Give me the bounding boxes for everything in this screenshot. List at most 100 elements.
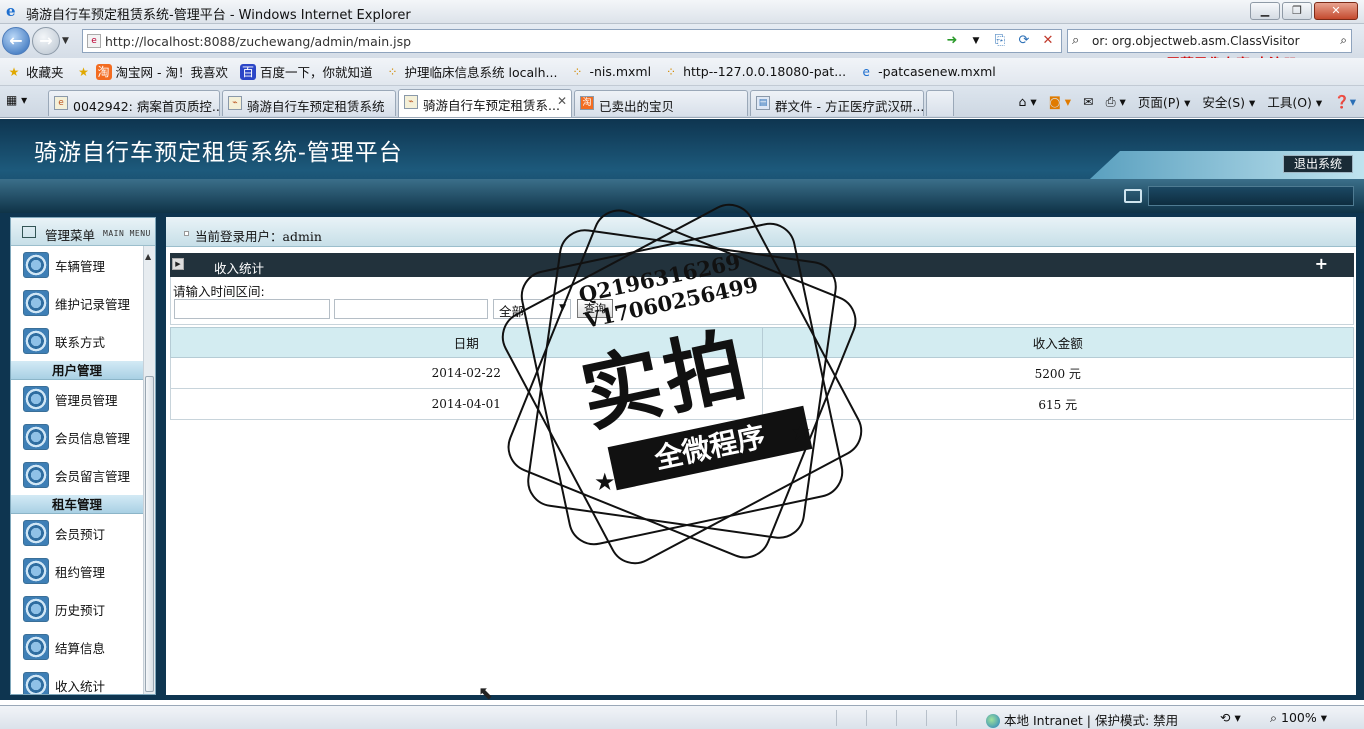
sidebar-item[interactable]: 结算信息 [11, 628, 143, 666]
stop-icon[interactable]: ✕ [1039, 32, 1057, 50]
url-dropdown-icon[interactable]: ▼ [967, 32, 985, 50]
history-dropdown-icon[interactable]: ▼ [62, 36, 69, 46]
feeds-icon[interactable]: ◙ ▾ [1049, 94, 1071, 109]
sidebar-item[interactable]: 租约管理 [11, 552, 143, 590]
sidebar-item[interactable]: 会员预订 [11, 514, 143, 552]
status-bar: 本地 Intranet | 保护模式: 禁用 ⟲ ▾ ⌕ 100% ▾ [0, 705, 1364, 729]
search-box[interactable]: ⌕ or: org.objectweb.asm.ClassVisitor ⌕ [1067, 29, 1352, 53]
compat-view-icon[interactable]: ⎘ [991, 32, 1009, 50]
tab-item[interactable]: e 0042942: 病案首页质控... [48, 90, 220, 116]
gear-icon [23, 252, 49, 278]
gear-icon [23, 328, 49, 354]
close-window-button[interactable]: ✕ [1314, 2, 1358, 20]
tab-page-icon: ⌁ [404, 95, 418, 109]
sidebar-item-label: 维护记录管理 [55, 296, 131, 312]
tab-item[interactable]: 淘已卖出的宝贝 [574, 90, 748, 116]
mouse-cursor-icon: ⬉ [478, 683, 494, 704]
main-content: 当前登录用户：admin ▶ 收入统计 + 请输入时间区间: 全部 ▼ 查询 日期… [166, 217, 1356, 695]
sidebar-item-label: 管理员管理 [55, 392, 118, 408]
taobao-tab-icon: 淘 [580, 96, 594, 110]
window-titlebar: e 骑游自行车预定租赁系统-管理平台 - Windows Internet Ex… [0, 0, 1364, 24]
forward-button[interactable]: → [32, 27, 60, 55]
sidebar-item[interactable]: 会员留言管理 [11, 456, 143, 494]
sidebar-item[interactable]: 历史预订 [11, 590, 143, 628]
search-input[interactable]: or: org.objectweb.asm.ClassVisitor [1092, 34, 1332, 48]
panel-header: ▶ 收入统计 + [170, 253, 1354, 277]
sidebar-item[interactable]: 会员信息管理 [11, 418, 143, 456]
monitor-icon [1124, 189, 1142, 203]
minimize-button[interactable]: ▁ [1250, 2, 1280, 20]
intranet-icon [986, 714, 1000, 728]
sidebar-scrollbar[interactable]: ▲ [143, 246, 155, 694]
sidebar-header: 管理菜单 MAIN MENU [11, 218, 155, 246]
menu-grid-icon [22, 226, 36, 238]
current-user: 当前登录用户：admin [195, 229, 322, 244]
go-icon[interactable]: ➜ [943, 32, 961, 50]
query-button[interactable]: 查询 [577, 299, 613, 318]
tools-menu[interactable]: 工具(O) ▾ [1267, 92, 1322, 111]
tab-item-active[interactable]: ⌁ 骑游自行车预定租赁系... ✕ [398, 89, 572, 117]
quick-tabs-icon[interactable]: ▦ ▾ [6, 93, 46, 111]
search-provider-icon: ⌕ [1072, 33, 1080, 48]
refresh-icon[interactable]: ⟳ [1015, 32, 1033, 50]
query-label: 请输入时间区间: [173, 284, 265, 299]
column-header: 日期 [170, 327, 763, 358]
sidebar-item-label: 历史预订 [55, 602, 106, 618]
app-title: 骑游自行车预定租赁系统-管理平台 [34, 140, 403, 166]
loading-icon: ⁘ [666, 64, 677, 79]
status-separator [926, 710, 927, 726]
sidebar-item[interactable]: 管理员管理 [11, 380, 143, 418]
favorites-button[interactable]: ★ 收藏夹 [6, 62, 64, 81]
qq-group-icon: ▤ [756, 96, 770, 110]
fav-item[interactable]: ⁘ -nis.mxml [569, 64, 651, 80]
end-date-input[interactable] [334, 299, 488, 319]
menu-group-header: 租车管理 [11, 494, 143, 514]
scroll-thumb[interactable] [145, 376, 154, 692]
logout-button[interactable]: 退出系统 [1283, 155, 1353, 173]
sidebar-item-label: 联系方式 [55, 334, 106, 350]
sidebar-item[interactable]: 车辆管理 [11, 246, 143, 284]
loading-icon: ⁘ [572, 64, 583, 79]
fav-item[interactable]: ★ 淘淘宝网 - 淘！我喜欢 [76, 62, 228, 81]
command-bar: ⌂ ▾ ◙ ▾ ✉ ⎙ ▾ 页面(P) ▾ 安全(S) ▾ 工具(O) ▾ ❓▾ [1019, 92, 1357, 111]
zoom-level[interactable]: ⌕ 100% ▾ [1270, 710, 1327, 726]
sidebar-item[interactable]: 联系方式 [11, 322, 143, 360]
scroll-up-icon[interactable]: ▲ [145, 252, 151, 261]
back-button[interactable]: ← [2, 27, 30, 55]
tab-item[interactable]: ▤ 群文件 - 方正医疗武汉研... [750, 90, 924, 116]
bullet-icon [184, 231, 189, 236]
gear-icon [23, 672, 49, 694]
fav-item[interactable]: e -patcasenew.mxml [858, 64, 995, 80]
fav-item[interactable]: ⁘ 护理临床信息系统 localh... [385, 62, 557, 81]
fav-item[interactable]: ⁘ http--127.0.0.18080-pat... [663, 64, 846, 80]
protected-mode-icon[interactable]: ⟲ ▾ [1220, 710, 1241, 725]
new-tab-button[interactable] [926, 90, 954, 116]
page-menu[interactable]: 页面(P) ▾ [1138, 92, 1191, 111]
expand-icon[interactable]: + [1315, 254, 1328, 273]
type-select[interactable]: 全部 ▼ [493, 299, 571, 319]
tab-item[interactable]: ⌁ 骑游自行车预定租赁系统 [222, 90, 396, 116]
panel-toggle-icon[interactable]: ▶ [172, 258, 184, 270]
user-bar: 当前登录用户：admin [166, 217, 1356, 247]
home-icon[interactable]: ⌂ ▾ [1019, 94, 1037, 109]
print-icon[interactable]: ⎙ ▾ [1106, 94, 1126, 110]
sidebar-item[interactable]: 维护记录管理 [11, 284, 143, 322]
gear-icon [23, 386, 49, 412]
favorites-bar: ★ 收藏夹 ★ 淘淘宝网 - 淘！我喜欢 百百度一下，你就知道 ⁘ 护理临床信息系统 … [0, 58, 1364, 86]
sidebar-subtitle: MAIN MENU [103, 229, 151, 238]
help-icon[interactable]: ❓▾ [1334, 94, 1356, 110]
fav-item[interactable]: 百百度一下，你就知道 [239, 62, 373, 81]
safety-menu[interactable]: 安全(S) ▾ [1202, 92, 1255, 111]
url-box[interactable]: e http://localhost:8088/zuchewang/admin/… [82, 29, 1062, 53]
restore-button[interactable]: ❐ [1282, 2, 1312, 20]
sidebar-item[interactable]: 收入统计 [11, 666, 143, 694]
start-date-input[interactable] [174, 299, 330, 319]
search-icon[interactable]: ⌕ [1340, 33, 1347, 48]
security-zone[interactable]: 本地 Intranet | 保护模式: 禁用 [986, 710, 1178, 729]
status-separator [866, 710, 867, 726]
ie-logo-icon: e [6, 2, 16, 20]
mail-icon[interactable]: ✉ [1083, 94, 1093, 109]
close-tab-icon[interactable]: ✕ [557, 94, 567, 108]
url-input[interactable]: http://localhost:8088/zuchewang/admin/ma… [105, 34, 411, 49]
window-controls: ▁ ❐ ✕ [1250, 2, 1358, 20]
